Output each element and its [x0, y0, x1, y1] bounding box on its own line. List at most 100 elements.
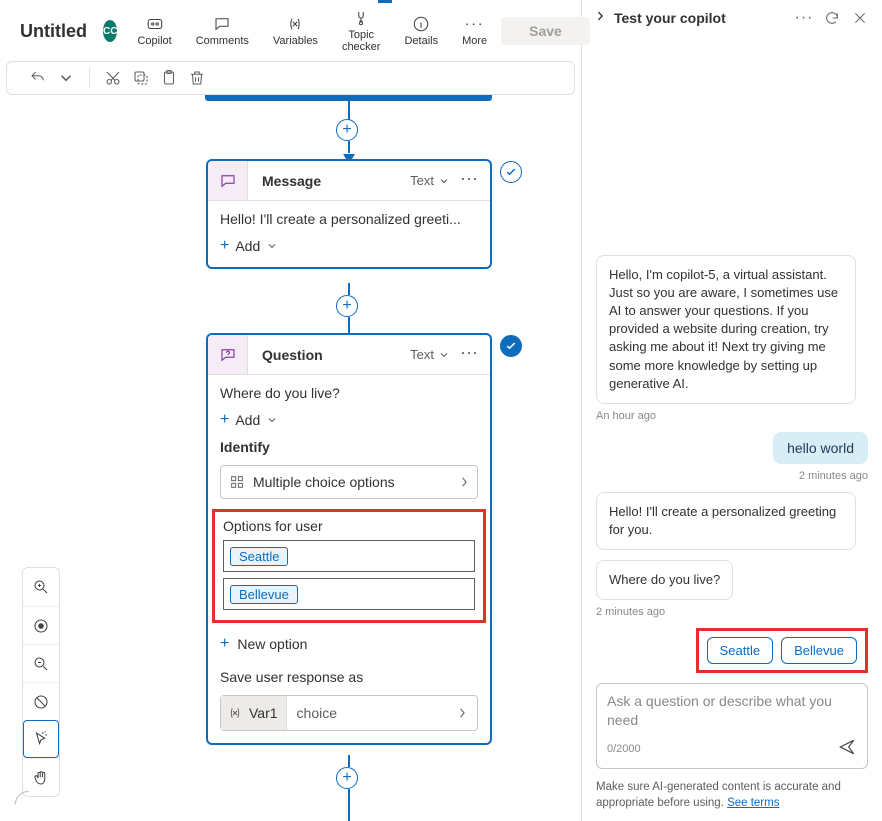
node-status-check-icon	[500, 335, 522, 357]
save-button[interactable]: Save	[501, 17, 590, 45]
option-chip[interactable]: Seattle	[230, 547, 288, 566]
send-button[interactable]	[837, 737, 857, 762]
details-label: Details	[404, 35, 438, 47]
question-add-button[interactable]: + Add	[220, 411, 478, 429]
paste-button[interactable]	[160, 69, 178, 87]
message-content[interactable]: Hello! I'll create a personalized greeti…	[220, 211, 478, 227]
add-node-button[interactable]: +	[336, 767, 358, 789]
test-panel-title: Test your copilot	[614, 10, 726, 26]
cut-button[interactable]	[104, 69, 122, 87]
add-label: Add	[235, 412, 260, 428]
topic-checker-label: Topic checker	[342, 29, 381, 53]
question-node-title: Question	[262, 347, 323, 363]
variable-name: Var1	[249, 705, 278, 721]
chevron-down-icon[interactable]	[438, 175, 450, 187]
suggestion-button[interactable]: Seattle	[707, 637, 773, 664]
minimap-arc-icon	[12, 788, 32, 813]
copilot-button[interactable]: Copilot	[127, 13, 181, 49]
chevron-down-icon[interactable]	[438, 349, 450, 361]
grid-icon	[229, 474, 245, 490]
timestamp: 2 minutes ago	[799, 470, 868, 482]
new-option-label: New option	[237, 636, 307, 652]
connector-line	[348, 317, 350, 333]
connector-line	[348, 283, 350, 295]
ai-disclaimer: Make sure AI-generated content is accura…	[582, 775, 882, 821]
question-node[interactable]: Question Text ··· Where do you live? + A…	[206, 333, 492, 745]
copilot-label: Copilot	[137, 35, 171, 47]
identify-label: Identify	[220, 439, 478, 455]
question-type-label[interactable]: Text	[410, 347, 434, 362]
message-add-button[interactable]: + Add	[220, 237, 478, 255]
connector-line	[348, 755, 350, 767]
undo-chevron-icon[interactable]	[57, 69, 75, 87]
close-button[interactable]	[850, 8, 870, 28]
details-button[interactable]: Details	[394, 13, 448, 49]
variables-button[interactable]: Variables	[263, 13, 328, 49]
message-node[interactable]: Message Text ··· Hello! I'll create a pe…	[206, 159, 492, 269]
panel-more-button[interactable]: ···	[794, 8, 814, 28]
option-field-2[interactable]: Bellevue	[223, 578, 475, 610]
more-label: More	[462, 35, 487, 47]
composer-placeholder: Ask a question or describe what you need	[607, 692, 857, 728]
topic-checker-button[interactable]: Topic checker	[332, 7, 391, 55]
undo-button[interactable]	[29, 69, 47, 87]
message-type-label[interactable]: Text	[410, 173, 434, 188]
cursor-tool-button[interactable]	[23, 720, 59, 758]
chevron-down-icon	[266, 414, 278, 426]
chevron-down-icon	[266, 240, 278, 252]
test-panel: Test your copilot ··· Hello, I'm copilot…	[582, 0, 882, 821]
see-terms-link[interactable]: See terms	[727, 797, 779, 809]
variable-icon	[227, 705, 243, 721]
avatar[interactable]: CC	[103, 20, 117, 42]
variables-label: Variables	[273, 35, 318, 47]
option-chip[interactable]: Bellevue	[230, 585, 298, 604]
delete-button[interactable]	[188, 69, 206, 87]
bot-message: Where do you live?	[596, 560, 733, 600]
option-field-1[interactable]: Seattle	[223, 540, 475, 572]
authoring-canvas[interactable]: + Message Text ···	[0, 95, 581, 821]
variable-selector[interactable]: Var1 choice	[220, 695, 478, 731]
new-option-button[interactable]: + New option	[220, 633, 478, 653]
timestamp: An hour ago	[596, 410, 656, 422]
canvas-tool-stack	[22, 567, 60, 797]
question-icon	[208, 335, 248, 374]
suggestion-button[interactable]: Bellevue	[781, 637, 857, 664]
question-node-menu[interactable]: ···	[454, 342, 480, 367]
message-node-menu[interactable]: ···	[454, 168, 480, 193]
copy-button[interactable]	[132, 69, 150, 87]
identify-value: Multiple choice options	[253, 474, 395, 490]
message-icon	[208, 161, 248, 200]
footnote-text: Make sure AI-generated content is accura…	[596, 781, 841, 809]
add-node-button[interactable]: +	[336, 295, 358, 317]
user-message: hello world	[773, 432, 868, 464]
bot-message: Hello! I'll create a personalized greeti…	[596, 492, 856, 550]
add-label: Add	[235, 238, 260, 254]
zoom-in-button[interactable]	[23, 568, 59, 606]
node-status-check-icon	[500, 161, 522, 183]
page-title[interactable]: Untitled	[20, 21, 87, 42]
chat-composer[interactable]: Ask a question or describe what you need…	[596, 683, 868, 768]
panel-collapse-icon[interactable]	[594, 9, 606, 27]
refresh-button[interactable]	[822, 8, 842, 28]
char-counter: 0/2000	[607, 743, 641, 755]
connector-line	[348, 101, 350, 121]
plus-icon: +	[220, 411, 229, 429]
chat-transcript[interactable]: Hello, I'm copilot-5, a virtual assistan…	[582, 36, 882, 673]
variable-chip: Var1	[221, 696, 287, 730]
options-label: Options for user	[223, 518, 475, 534]
plus-icon: +	[220, 635, 229, 653]
connector-line	[348, 789, 350, 821]
top-toolbar: Untitled CC Copilot Comments Variables T	[0, 0, 581, 57]
chevron-right-icon	[459, 475, 469, 489]
zoom-out-button[interactable]	[23, 644, 59, 682]
variable-type: choice	[287, 705, 347, 721]
identify-selector[interactable]: Multiple choice options	[220, 465, 478, 499]
add-node-button[interactable]: +	[336, 119, 358, 141]
reset-view-button[interactable]	[23, 682, 59, 720]
question-prompt[interactable]: Where do you live?	[220, 385, 478, 401]
message-node-title: Message	[262, 173, 321, 189]
fit-button[interactable]	[23, 606, 59, 644]
comments-button[interactable]: Comments	[186, 13, 259, 49]
bot-message: Hello, I'm copilot-5, a virtual assistan…	[596, 255, 856, 404]
more-button[interactable]: ··· More	[452, 13, 497, 49]
